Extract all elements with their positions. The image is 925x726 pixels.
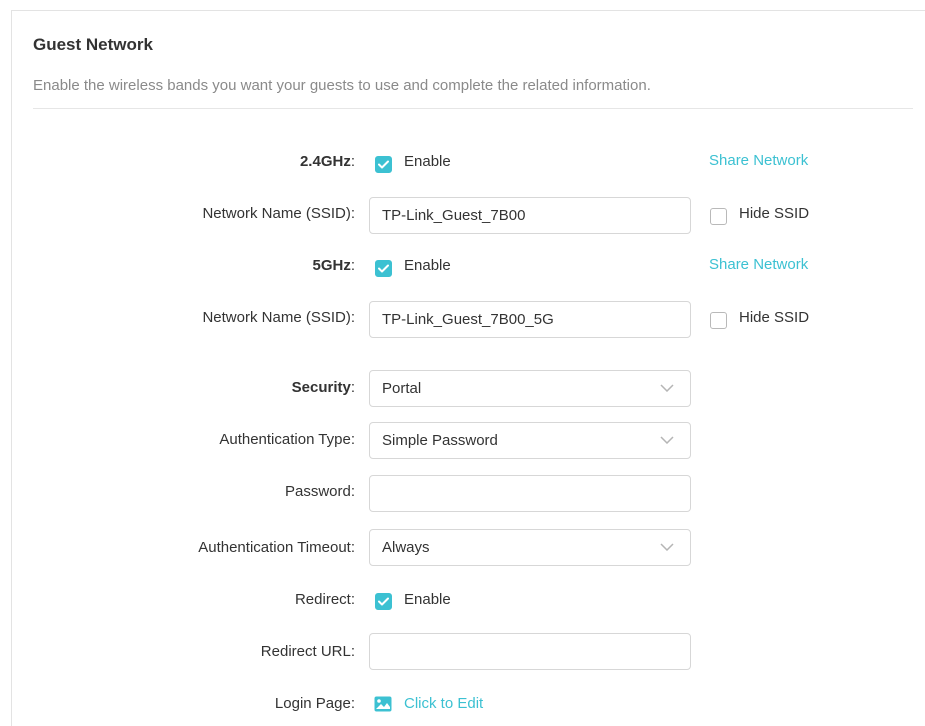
band-24-label: 2.4GHz: — [300, 153, 355, 170]
band-5-hide-ssid-checkbox[interactable] — [710, 312, 727, 329]
band-5-label: 5GHz: — [312, 257, 355, 274]
chevron-down-icon — [660, 436, 674, 444]
security-select[interactable]: Portal — [369, 370, 691, 407]
band-5-ssid-label: Network Name (SSID): — [202, 309, 355, 326]
band-24-ssid-input[interactable]: TP-Link_Guest_7B00 — [369, 197, 691, 234]
section-description: Enable the wireless bands you want your … — [33, 77, 651, 94]
band-5-label-text: 5GHz — [312, 257, 351, 274]
auth-timeout-select-value: Always — [382, 539, 430, 556]
login-page-label: Login Page: — [274, 695, 355, 712]
security-label-colon: : — [350, 379, 355, 396]
check-icon — [378, 160, 389, 169]
band-24-hide-ssid-label: Hide SSID — [739, 205, 810, 222]
band-5-enable-label: Enable — [404, 257, 451, 274]
guest-network-panel: Guest Network Enable the wireless bands … — [11, 10, 925, 726]
security-label-text: Security — [291, 379, 351, 396]
check-icon — [378, 264, 389, 273]
auth-type-select[interactable]: Simple Password — [369, 422, 691, 459]
auth-type-select-value: Simple Password — [382, 432, 498, 449]
band-5-ssid-input[interactable]: TP-Link_Guest_7B00_5G — [369, 301, 691, 338]
band-24-label-colon: : — [350, 153, 355, 170]
redirect-enable-label: Enable — [404, 591, 451, 608]
redirect-url-label: Redirect URL: — [260, 643, 355, 660]
band-5-share-network-link[interactable]: Share Network — [709, 256, 808, 273]
band-24-label-text: 2.4GHz — [299, 153, 351, 170]
section-title: Guest Network — [33, 35, 153, 54]
band-5-label-colon: : — [350, 257, 355, 274]
chevron-down-icon — [660, 543, 674, 551]
auth-timeout-select[interactable]: Always — [369, 529, 691, 566]
password-input[interactable] — [369, 475, 691, 512]
band-24-share-network-link[interactable]: Share Network — [709, 152, 808, 169]
redirect-label: Redirect: — [294, 591, 355, 608]
band-24-enable-checkbox[interactable] — [375, 156, 392, 173]
redirect-enable-checkbox[interactable] — [375, 593, 392, 610]
band-24-hide-ssid-checkbox[interactable] — [710, 208, 727, 225]
auth-type-label: Authentication Type: — [219, 431, 355, 448]
security-label: Security: — [292, 379, 355, 396]
band-5-hide-ssid-label: Hide SSID — [739, 309, 810, 326]
auth-timeout-label: Authentication Timeout: — [198, 539, 355, 556]
redirect-url-input[interactable] — [369, 633, 691, 670]
chevron-down-icon — [660, 384, 674, 392]
check-icon — [378, 597, 389, 606]
login-page-edit-link[interactable]: Click to Edit — [404, 695, 483, 712]
password-label: Password: — [284, 483, 355, 500]
band-24-enable-label: Enable — [404, 153, 451, 170]
image-edit-icon[interactable] — [374, 696, 392, 712]
band-24-ssid-label: Network Name (SSID): — [202, 205, 355, 222]
section-divider — [33, 108, 913, 109]
security-select-value: Portal — [382, 380, 422, 397]
band-5-enable-checkbox[interactable] — [375, 260, 392, 277]
